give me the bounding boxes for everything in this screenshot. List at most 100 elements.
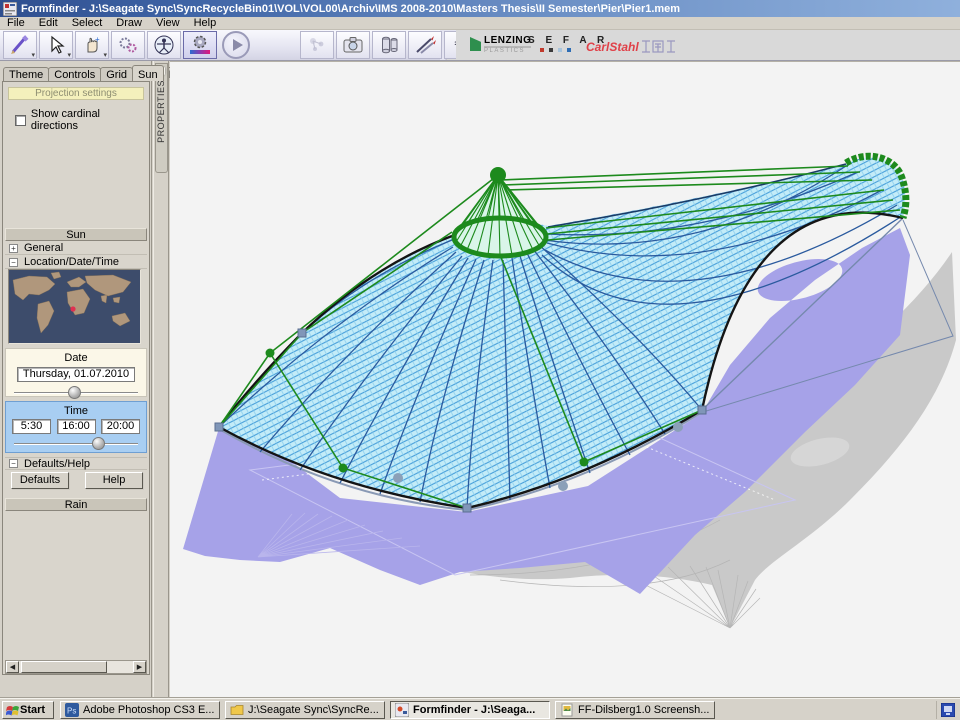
- sun-tab-page: Projection settings Show cardinal direct…: [2, 81, 150, 675]
- darts-icon: [414, 34, 436, 56]
- formfinder-task-icon: [395, 703, 409, 717]
- start-label: Start: [20, 704, 45, 716]
- tab-grid[interactable]: Grid: [100, 67, 133, 81]
- task-label: Formfinder - J:\Seaga...: [413, 704, 535, 716]
- sun-section-header[interactable]: Sun: [5, 228, 147, 241]
- date-slider-thumb[interactable]: [68, 386, 81, 399]
- task-formfinder[interactable]: Formfinder - J:\Seaga...: [390, 701, 550, 719]
- tab-sun[interactable]: Sun: [132, 65, 164, 81]
- lenzing-sub: PLASTICS: [484, 46, 531, 54]
- menu-select[interactable]: Select: [65, 17, 110, 29]
- windows-flag-icon: [6, 703, 20, 717]
- location-section-row[interactable]: − Location/Date/Time: [5, 256, 147, 269]
- carlstahl-logo: CarlStahl: [586, 40, 639, 54]
- time-end-field[interactable]: 20:00: [101, 419, 140, 434]
- viewport-3d-scene[interactable]: [170, 62, 960, 699]
- cursor-icon: [46, 35, 66, 55]
- task-explorer-folder[interactable]: J:\Seagate Sync\SyncRe...: [225, 701, 385, 719]
- title-bar[interactable]: Formfinder - J:\Seagate Sync\SyncRecycle…: [0, 0, 960, 17]
- rain-section-header[interactable]: Rain: [5, 498, 147, 511]
- task-photoshop[interactable]: Ps Adobe Photoshop CS3 E...: [60, 701, 220, 719]
- start-button[interactable]: Start: [2, 701, 54, 719]
- materials-button[interactable]: [372, 31, 406, 59]
- formfind-tool-button[interactable]: [111, 31, 145, 59]
- date-group: Date Thursday, 01.07.2010: [5, 348, 147, 397]
- menu-edit[interactable]: Edit: [32, 17, 65, 29]
- folder-icon: [230, 703, 244, 717]
- camera-icon: [342, 34, 364, 56]
- scroll-left-arrow-icon[interactable]: ◀: [6, 661, 19, 673]
- menu-view[interactable]: View: [149, 17, 187, 29]
- time-slider-thumb[interactable]: [92, 437, 105, 450]
- defaults-help-section-row[interactable]: − Defaults/Help: [5, 457, 147, 470]
- scroll-right-arrow-icon[interactable]: ▶: [133, 661, 146, 673]
- date-label: Date: [6, 349, 146, 364]
- task-label: J:\Seagate Sync\SyncRe...: [248, 704, 379, 716]
- play-button[interactable]: [222, 31, 250, 59]
- time-group: Time 5:30 16:00 20:00: [5, 401, 147, 453]
- date-field[interactable]: Thursday, 01.07.2010: [17, 367, 135, 382]
- image-file-icon: [560, 703, 574, 717]
- snapshot-button[interactable]: [336, 31, 370, 59]
- pencil-icon: [9, 34, 31, 56]
- pan-tool-button[interactable]: + ▾: [75, 31, 109, 59]
- dropdown-arrow-icon[interactable]: ▾: [31, 53, 35, 59]
- taskbar: Start Ps Adobe Photoshop CS3 E... J:\Sea…: [0, 698, 960, 720]
- lenzing-mark-icon: [470, 37, 481, 51]
- dropdown-arrow-icon[interactable]: ▾: [103, 53, 107, 59]
- play-icon: [233, 39, 243, 51]
- render-settings-button[interactable]: [183, 31, 217, 59]
- defaults-help-label: Defaults/Help: [24, 458, 90, 470]
- time-slider-track: [14, 443, 138, 445]
- time-slider[interactable]: [6, 437, 146, 451]
- draw-tool-button[interactable]: ▾: [3, 31, 37, 59]
- annotate-button[interactable]: [408, 31, 442, 59]
- menu-bar: File Edit Select Draw View Help: [0, 17, 960, 30]
- analysis-button[interactable]: [300, 31, 334, 59]
- menu-file[interactable]: File: [0, 17, 32, 29]
- tray-display-icon[interactable]: [941, 703, 955, 717]
- panel-horizontal-scrollbar[interactable]: ◀ ▶: [5, 660, 147, 674]
- menu-draw[interactable]: Draw: [109, 17, 149, 29]
- projection-settings-button[interactable]: Projection settings: [8, 87, 144, 100]
- expand-plus-icon[interactable]: +: [9, 244, 18, 253]
- vitruvian-man-icon: [153, 34, 175, 56]
- molecule-icon: [306, 34, 328, 56]
- general-section-row[interactable]: + General: [5, 242, 147, 255]
- date-slider[interactable]: [6, 386, 146, 400]
- task-screenshot-file[interactable]: FF-Dilsberg1.0 Screensh...: [555, 701, 715, 719]
- settings-gear-icon: [188, 33, 212, 57]
- columns-icon: [378, 34, 400, 56]
- partner-outline-logo-icon: [640, 37, 678, 58]
- app-icon: [3, 2, 17, 16]
- dropdown-arrow-icon[interactable]: ▾: [67, 53, 71, 59]
- scrollbar-thumb[interactable]: [21, 661, 107, 673]
- help-button[interactable]: Help: [85, 472, 143, 489]
- collapse-minus-icon[interactable]: −: [9, 258, 18, 267]
- proportion-tool-button[interactable]: [147, 31, 181, 59]
- location-map[interactable]: [8, 269, 141, 344]
- system-tray: [936, 701, 958, 719]
- client-area: Theme Controls Grid Sun Images Projectio…: [0, 61, 960, 698]
- time-start-field[interactable]: 5:30: [12, 419, 51, 434]
- task-label: FF-Dilsberg1.0 Screensh...: [578, 704, 709, 716]
- lenzing-wordmark: LENZING: [484, 35, 531, 46]
- window-title: Formfinder - J:\Seagate Sync\SyncRecycle…: [21, 3, 680, 15]
- properties-panel: Theme Controls Grid Sun Images Projectio…: [0, 61, 152, 698]
- viewport-3d[interactable]: [170, 61, 960, 698]
- toolbar: ▾ ▾ + ▾: [0, 30, 960, 61]
- select-tool-button[interactable]: ▾: [39, 31, 73, 59]
- show-cardinal-checkbox[interactable]: [15, 115, 26, 126]
- tab-theme[interactable]: Theme: [3, 67, 49, 81]
- properties-strip: PROPERTIES: [153, 61, 169, 698]
- collapse-minus-icon[interactable]: −: [9, 459, 18, 468]
- properties-strip-label: PROPERTIES: [156, 80, 169, 143]
- lenzing-logo: LENZING PLASTICS: [470, 35, 531, 54]
- tab-controls[interactable]: Controls: [48, 67, 101, 81]
- world-map-image: [9, 270, 140, 343]
- menu-help[interactable]: Help: [187, 17, 224, 29]
- time-current-field[interactable]: 16:00: [57, 419, 96, 434]
- hand-icon: +: [82, 35, 102, 55]
- gears-icon: [117, 34, 139, 56]
- defaults-button[interactable]: Defaults: [11, 472, 69, 489]
